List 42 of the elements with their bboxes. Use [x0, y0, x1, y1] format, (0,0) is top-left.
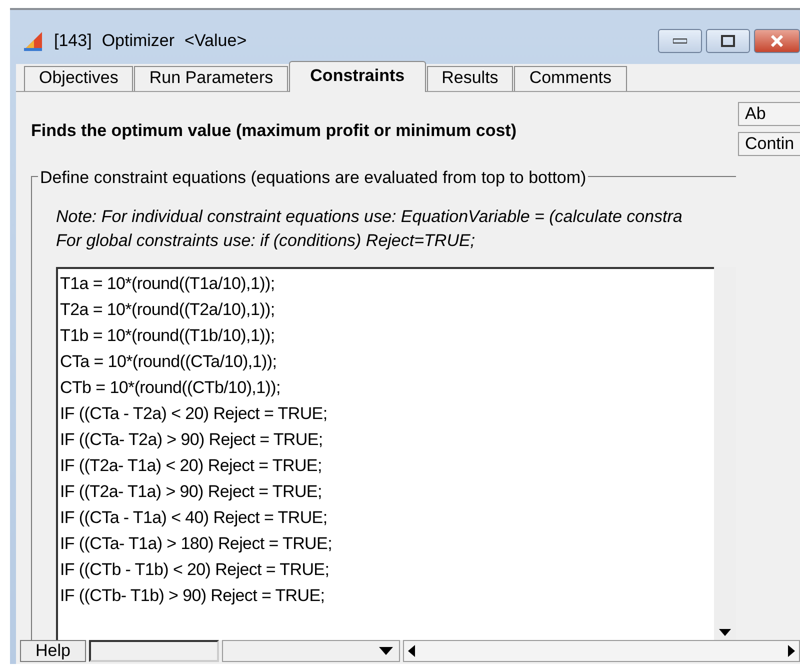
window-title: Optimizer [102, 30, 175, 52]
equation-line: IF ((CTb - T1b) < 20) Reject = TRUE; [60, 558, 330, 580]
equation-line: IF ((CTb- T1b) > 90) Reject = TRUE; [60, 584, 326, 606]
horizontal-scrollbar[interactable] [403, 640, 800, 662]
help-button[interactable]: Help [20, 640, 86, 662]
tab[interactable]: Comments [514, 66, 626, 91]
side-button[interactable]: Contin [738, 132, 800, 156]
window-title-value: <Value> [184, 30, 247, 52]
dropdown-field[interactable] [222, 640, 400, 662]
side-button[interactable]: Ab [738, 102, 800, 126]
left-arrow-icon[interactable] [408, 645, 415, 657]
equation-line: IF ((CTa - T1a) < 40) Reject = TRUE; [60, 506, 328, 528]
equation-editor[interactable] [56, 266, 714, 640]
equation-line: CTb = 10*(round((CTb/10),1)); [60, 376, 282, 398]
right-arrow-icon[interactable] [788, 645, 795, 657]
note-text: For global constraints use: if (conditions) Reject=TRUE; [56, 230, 476, 252]
tab[interactable]: Results [426, 66, 514, 91]
input-field[interactable] [89, 640, 219, 662]
tab[interactable]: Run Parameters [134, 66, 288, 91]
minimize-button[interactable] [658, 29, 702, 53]
equation-line: T2a = 10*(round((T2a/10),1)); [60, 298, 276, 320]
equation-line: IF ((CTa - T2a) < 20) Reject = TRUE; [60, 402, 328, 424]
equation-line: IF ((CTa- T2a) > 90) Reject = TRUE; [60, 428, 324, 450]
equation-line: IF ((T2a- T1a) < 20) Reject = TRUE; [60, 454, 323, 476]
equation-line: T1b = 10*(round((T1b/10),1)); [60, 324, 276, 346]
down-arrow-icon[interactable] [719, 629, 731, 636]
maximize-button[interactable] [706, 29, 750, 53]
close-button[interactable] [754, 29, 800, 53]
description-text: Finds the optimum value (maximum profit or minimum cost) [31, 120, 518, 142]
equation-line: CTa = 10*(round((CTa/10),1)); [60, 350, 278, 372]
equation-line: IF ((CTa- T1a) > 180) Reject = TRUE; [60, 532, 333, 554]
equation-line: T1a = 10*(round((T1a/10),1)); [60, 272, 276, 294]
equation-line: IF ((T2a- T1a) > 90) Reject = TRUE; [60, 480, 323, 502]
tab[interactable]: Constraints [289, 61, 426, 92]
tab[interactable]: Objectives [24, 66, 134, 91]
maximize-icon [721, 35, 735, 47]
window-title-id: [143] [54, 30, 92, 52]
close-icon [770, 35, 784, 47]
note-text: Note: For individual constraint equations use: EquationVariable = (calculate constra [56, 206, 684, 228]
app-icon [22, 30, 44, 52]
minimize-icon [673, 38, 687, 44]
dropdown-arrow-icon[interactable] [379, 647, 393, 655]
